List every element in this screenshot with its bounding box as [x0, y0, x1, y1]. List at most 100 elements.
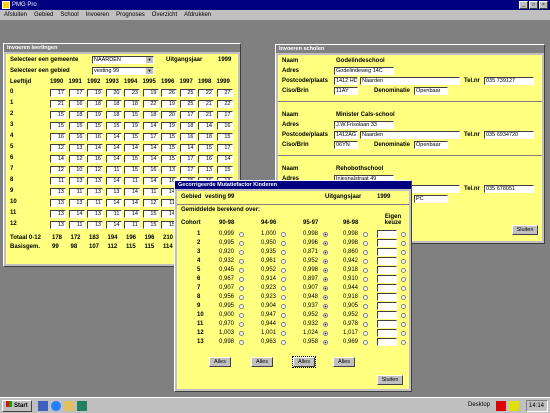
factor-radio[interactable] — [323, 286, 328, 291]
factor-radio[interactable] — [239, 322, 244, 327]
leerlingen-cell[interactable]: 12 — [50, 144, 66, 152]
leerlingen-cell[interactable]: 14 — [87, 144, 103, 152]
factor-radio[interactable] — [281, 232, 286, 237]
factor-radio[interactable] — [239, 268, 244, 273]
leerlingen-cell[interactable]: 14 — [124, 144, 140, 152]
plaats-field[interactable]: Naarden — [360, 131, 460, 139]
leerlingen-cell[interactable]: 13 — [50, 210, 66, 218]
leerlingen-cell[interactable]: 19 — [87, 89, 103, 97]
leerlingen-cell[interactable]: 14 — [124, 188, 140, 196]
alles-button-2[interactable]: Alles — [251, 357, 273, 367]
factor-radio[interactable] — [239, 286, 244, 291]
factor-radio[interactable] — [363, 268, 368, 273]
factor-radio[interactable] — [323, 322, 328, 327]
denominatie-field[interactable]: Openbaar — [414, 141, 448, 149]
leerlingen-cell[interactable]: 13 — [50, 199, 66, 207]
eigen-keuze-field[interactable] — [377, 329, 397, 337]
leerlingen-cell[interactable]: 20 — [105, 89, 122, 97]
leerlingen-cell[interactable]: 25 — [179, 100, 196, 108]
sluiten-button[interactable]: Sluiten — [512, 225, 538, 235]
eigen-keuze-field[interactable] — [377, 275, 397, 283]
denominatie-field[interactable]: Openbaar — [414, 87, 448, 95]
leerlingen-cell[interactable]: 15 — [124, 133, 140, 141]
factor-radio[interactable] — [239, 250, 244, 255]
leerlingen-cell[interactable]: 21 — [198, 100, 214, 108]
app-task-icon[interactable] — [509, 401, 519, 411]
leerlingen-cell[interactable]: 15 — [50, 122, 66, 130]
factor-radio[interactable] — [239, 232, 244, 237]
leerlingen-cell[interactable]: 16 — [198, 155, 214, 163]
eigen-keuze-radio[interactable] — [401, 295, 406, 300]
chevron-down-icon[interactable]: ▼ — [146, 57, 153, 63]
leerlingen-cell[interactable]: 14 — [105, 221, 122, 229]
eigen-keuze-radio[interactable] — [401, 268, 406, 273]
leerlingen-cell[interactable]: 11 — [105, 210, 122, 218]
postcode-field[interactable]: 1412AG — [334, 131, 358, 139]
leerlingen-cell[interactable]: 14 — [142, 144, 159, 152]
factor-radio[interactable] — [239, 304, 244, 309]
leerlingen-cell[interactable]: 18 — [87, 100, 103, 108]
factor-radio[interactable] — [239, 277, 244, 282]
leerlingen-cell[interactable]: 18 — [68, 111, 85, 119]
denominatie-field[interactable]: PC — [414, 195, 448, 203]
leerlingen-cell[interactable]: 11 — [68, 188, 85, 196]
leerlingen-cell[interactable]: 17 — [216, 111, 233, 119]
leerlingen-cell[interactable]: 15 — [68, 122, 85, 130]
factor-radio[interactable] — [363, 241, 368, 246]
factor-radio[interactable] — [281, 259, 286, 264]
desktop-label[interactable]: Desktop — [468, 402, 490, 408]
leerlingen-cell[interactable]: 14 — [105, 155, 122, 163]
leerlingen-cell[interactable]: 21 — [50, 100, 66, 108]
eigen-keuze-field[interactable] — [377, 239, 397, 247]
leerlingen-cell[interactable]: 27 — [216, 89, 233, 97]
factor-radio[interactable] — [323, 241, 328, 246]
leerlingen-cell[interactable]: 18 — [124, 100, 140, 108]
leerlingen-cell[interactable]: 15 — [87, 122, 103, 130]
menu-item-overzicht[interactable]: Overzicht — [152, 12, 177, 20]
leerlingen-cell[interactable]: 17 — [179, 155, 196, 163]
leerlingen-cell[interactable]: 17 — [179, 111, 196, 119]
leerlingen-cell[interactable]: 26 — [161, 89, 177, 97]
leerlingen-cell[interactable]: 12 — [87, 166, 103, 174]
leerlingen-cell[interactable]: 14 — [124, 210, 140, 218]
chevron-down-icon[interactable]: ▼ — [146, 68, 153, 74]
factor-radio[interactable] — [323, 331, 328, 336]
leerlingen-cell[interactable]: 19 — [124, 122, 140, 130]
leerlingen-cell[interactable]: 15 — [198, 144, 214, 152]
leerlingen-cell[interactable]: 15 — [161, 155, 177, 163]
gemeente-select[interactable]: NAARDEN ▼ — [92, 56, 154, 64]
eigen-keuze-radio[interactable] — [401, 304, 406, 309]
leerlingen-cell[interactable]: 25 — [179, 89, 196, 97]
close-button[interactable]: × — [539, 1, 548, 9]
leerlingen-cell[interactable]: 18 — [179, 122, 196, 130]
leerlingen-cell[interactable]: 12 — [68, 155, 85, 163]
leerlingen-cell[interactable]: 15 — [50, 111, 66, 119]
leerlingen-cell[interactable]: 15 — [216, 166, 233, 174]
factor-radio[interactable] — [281, 250, 286, 255]
telnr-field[interactable]: 035 739127 — [484, 77, 534, 85]
leerlingen-cell[interactable]: 16 — [87, 155, 103, 163]
factor-radio[interactable] — [281, 322, 286, 327]
leerlingen-cell[interactable]: 14 — [216, 155, 233, 163]
leerlingen-cell[interactable]: 15 — [142, 210, 159, 218]
factor-radio[interactable] — [239, 340, 244, 345]
eigen-keuze-field[interactable] — [377, 338, 397, 346]
eigen-keuze-radio[interactable] — [401, 322, 406, 327]
leerlingen-cell[interactable]: 22 — [198, 89, 214, 97]
factor-radio[interactable] — [281, 295, 286, 300]
leerlingen-cell[interactable]: 14 — [142, 177, 159, 185]
menu-item-invoeren[interactable]: Invoeren — [86, 12, 109, 20]
leerlingen-cell[interactable]: 14 — [50, 155, 66, 163]
outlook-icon[interactable] — [77, 401, 87, 411]
factor-radio[interactable] — [363, 286, 368, 291]
factor-radio[interactable] — [281, 286, 286, 291]
leerlingen-cell[interactable]: 22 — [216, 100, 233, 108]
eigen-keuze-radio[interactable] — [401, 313, 406, 318]
factor-radio[interactable] — [323, 340, 328, 345]
leerlingen-cell[interactable]: 12 — [50, 166, 66, 174]
leerlingen-cell[interactable]: 11 — [124, 177, 140, 185]
factor-radio[interactable] — [323, 268, 328, 273]
factor-radio[interactable] — [281, 268, 286, 273]
leerlingen-cell[interactable]: 14 — [105, 133, 122, 141]
explorer-icon[interactable] — [38, 401, 48, 411]
